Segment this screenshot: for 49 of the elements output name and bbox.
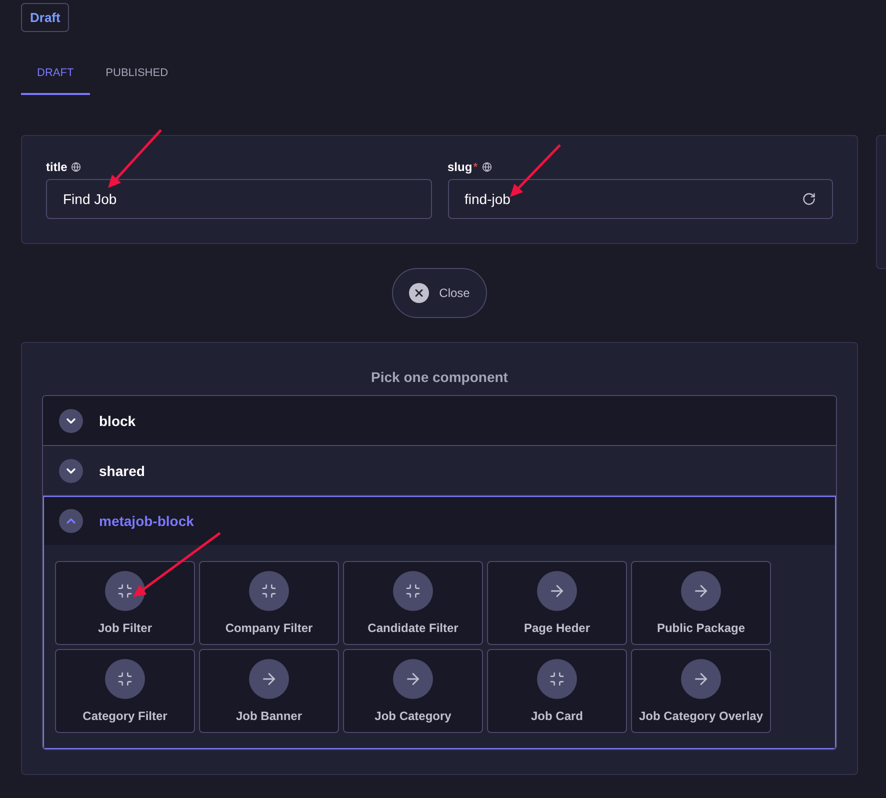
compress-icon — [117, 583, 133, 599]
picker-title: Pick one component — [370, 369, 509, 385]
component-name: Category Filter — [82, 709, 168, 723]
component-card[interactable]: Job Category Overlay — [631, 649, 771, 733]
arrow-right-icon — [404, 670, 422, 688]
arrow-right-icon — [548, 582, 566, 600]
component-name: Candidate Filter — [368, 621, 458, 635]
component-name: Job Card — [530, 709, 583, 723]
component-card[interactable]: Job Banner — [199, 649, 339, 733]
required-mark: * — [473, 160, 478, 174]
component-card[interactable]: Page Heder — [487, 561, 627, 645]
component-name: Job Category Overlay — [638, 709, 764, 723]
accordion-header[interactable]: block — [43, 396, 836, 445]
chevron-up-icon — [59, 508, 83, 532]
text-field[interactable]: find-job — [448, 179, 833, 219]
component-card[interactable]: Job Card — [487, 649, 627, 733]
tab[interactable]: DRAFT — [21, 57, 90, 95]
component-card[interactable]: Candidate Filter — [343, 561, 483, 645]
accordion-header[interactable]: metajob-block — [43, 496, 836, 545]
component-card[interactable]: Job Filter — [55, 561, 195, 645]
compress-icon — [549, 671, 565, 687]
compress-icon — [405, 583, 421, 599]
refresh-icon[interactable] — [802, 192, 816, 206]
tab[interactable]: PUBLISHED — [90, 57, 184, 95]
chevron-down-icon — [59, 458, 83, 482]
arrow-right-icon — [692, 582, 710, 600]
field-label: title — [46, 160, 68, 174]
close-button[interactable]: Close — [392, 268, 487, 318]
text-field[interactable]: Find Job — [46, 179, 432, 219]
component-name: Job Banner — [236, 709, 302, 723]
component-card[interactable]: Job Category — [343, 649, 483, 733]
close-icon — [409, 283, 430, 303]
component-card[interactable]: Category Filter — [55, 649, 195, 733]
globe-icon — [71, 162, 82, 172]
component-card[interactable]: Company Filter — [199, 561, 339, 645]
component-card[interactable]: Public Package — [631, 561, 771, 645]
component-name: Job Filter — [98, 621, 152, 635]
component-name: Company Filter — [225, 621, 313, 635]
component-name: Job Category — [374, 709, 452, 723]
status-badge: Draft — [21, 3, 70, 32]
globe-icon — [482, 162, 492, 172]
component-name: Public Package — [656, 621, 746, 635]
chevron-down-icon — [59, 408, 83, 432]
compress-icon — [261, 583, 277, 599]
arrow-right-icon — [692, 670, 710, 688]
field-label: slug — [448, 160, 472, 174]
component-name: Page Heder — [524, 621, 590, 635]
arrow-right-icon — [260, 670, 278, 688]
compress-icon — [117, 671, 133, 687]
